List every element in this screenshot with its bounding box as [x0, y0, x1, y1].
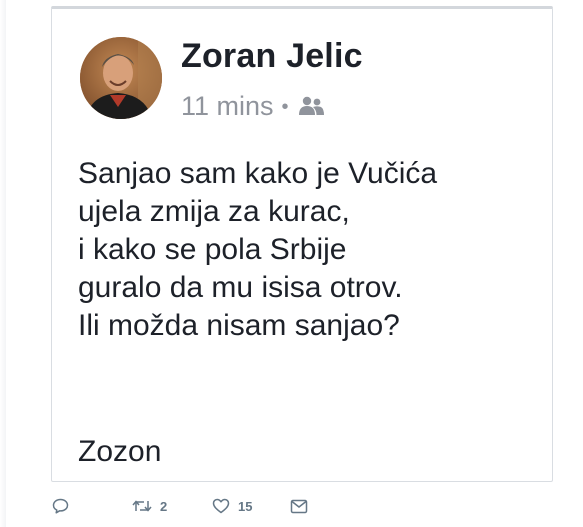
author-name[interactable]: Zoran Jelic — [181, 37, 363, 76]
page-edge — [0, 0, 6, 527]
retweet-button[interactable]: 2 — [132, 498, 212, 514]
post-signature: Zozon — [78, 435, 162, 468]
reply-icon — [52, 498, 69, 514]
direct-message-button[interactable] — [290, 499, 308, 514]
direct-message-icon — [290, 499, 308, 513]
post-timestamp[interactable]: 11 mins — [181, 91, 274, 122]
friends-icon-glyph — [298, 96, 324, 115]
retweet-count: 2 — [160, 498, 168, 514]
friends-icon[interactable] — [297, 96, 325, 116]
reply-button[interactable] — [52, 498, 132, 514]
avatar-photo — [80, 37, 162, 119]
post-meta: 11 mins • — [181, 89, 325, 123]
post-text: Sanjao sam kako je Vučića ujela zmija za… — [78, 157, 438, 342]
heart-icon — [212, 498, 230, 514]
meta-separator: • — [281, 96, 289, 118]
avatar[interactable] — [80, 37, 162, 119]
retweet-icon — [132, 500, 152, 512]
facebook-post-card: Zoran Jelic 11 mins • Sanjao sam kako je… — [51, 6, 553, 482]
tweet-action-bar: 2 15 — [52, 494, 308, 518]
like-button[interactable]: 15 — [212, 498, 290, 514]
like-count: 15 — [238, 498, 253, 514]
